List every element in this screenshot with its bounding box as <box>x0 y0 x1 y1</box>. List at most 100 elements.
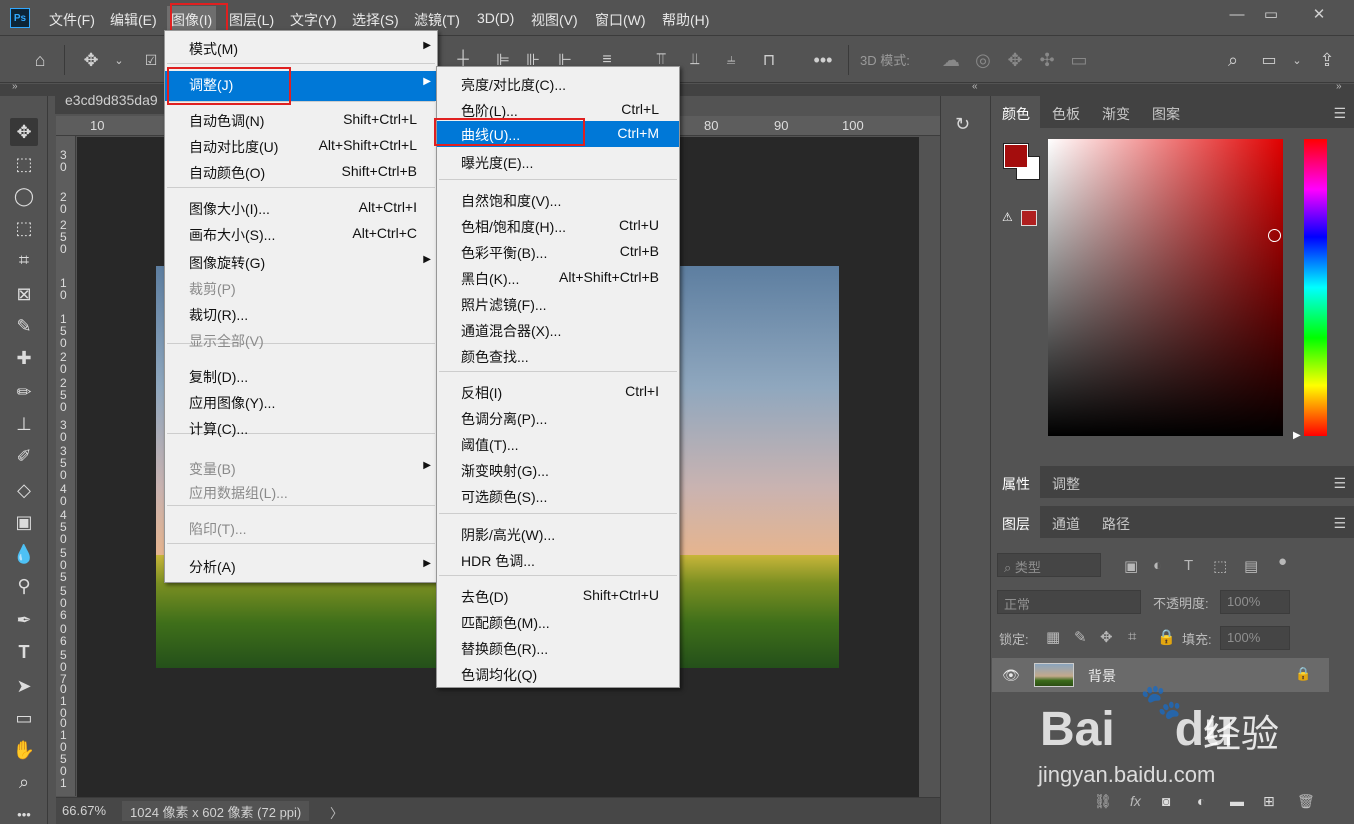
tab-adjustments[interactable]: 调整 <box>1042 466 1090 498</box>
color-picker-field[interactable] <box>1048 139 1283 436</box>
adjustments-menu-item[interactable]: 亮度/对比度(C)... <box>437 71 679 97</box>
image-menu-item[interactable]: 图像旋转(G) ▶ <box>165 249 437 275</box>
healing-brush-tool-icon[interactable]: ✚ <box>10 344 38 372</box>
filter-type-icon[interactable]: T <box>1184 557 1193 574</box>
menu-layer[interactable]: 图层(L) <box>229 10 274 30</box>
link-layers-icon[interactable]: ⛓ <box>1094 793 1112 810</box>
eraser-tool-icon[interactable]: ◇ <box>10 476 38 504</box>
tab-paths[interactable]: 路径 <box>1092 506 1140 538</box>
adjustments-menu-item[interactable]: 色彩平衡(B)... Ctrl+B <box>437 239 679 265</box>
adjustments-menu-item[interactable]: 色调均化(Q) <box>437 661 679 687</box>
expand-icon[interactable]: » <box>12 81 18 92</box>
new-group-icon[interactable]: ▬ <box>1230 793 1244 809</box>
image-menu-item[interactable]: 复制(D)... <box>165 363 437 389</box>
object-select-tool-icon[interactable]: ⬚ <box>10 214 38 242</box>
panel-menu-icon[interactable]: ☰ <box>1333 105 1346 122</box>
align-middle-icon[interactable]: ⫫ <box>684 49 706 71</box>
panel-menu-icon[interactable]: ☰ <box>1333 515 1346 532</box>
image-menu-item[interactable]: 模式(M) ▶ <box>165 35 437 61</box>
web-safe-color-swatch[interactable] <box>1021 210 1037 226</box>
chevron-down-icon[interactable]: ⌄ <box>108 49 130 71</box>
adjustments-menu-item[interactable]: 颜色查找... <box>437 343 679 369</box>
image-menu-item[interactable]: 应用图像(Y)... <box>165 389 437 415</box>
close-button[interactable]: ✕ <box>1304 4 1334 24</box>
home-icon[interactable]: ⌂ <box>29 49 51 71</box>
image-menu-item[interactable]: 自动颜色(O) Shift+Ctrl+B <box>165 159 437 185</box>
lock-position-icon[interactable]: ✥ <box>1100 628 1113 646</box>
image-menu-item[interactable]: 画布大小(S)... Alt+Ctrl+C <box>165 221 437 247</box>
history-brush-tool-icon[interactable]: ✐ <box>10 442 38 470</box>
history-panel-icon[interactable]: ↻ <box>955 114 970 135</box>
zoom-tool-icon[interactable]: ⌕ <box>10 768 38 796</box>
hue-slider[interactable] <box>1304 139 1327 436</box>
blend-mode-select[interactable]: 正常 <box>997 590 1141 614</box>
align-bottom-icon[interactable]: ⫨ <box>720 49 742 71</box>
pen-tool-icon[interactable]: ✒ <box>10 606 38 634</box>
workspace-icon[interactable]: ▭ <box>1258 49 1280 71</box>
move-tool-icon[interactable]: ✥ <box>80 49 102 71</box>
adjustments-menu-item[interactable]: HDR 色调... <box>437 547 679 573</box>
image-menu-item[interactable]: 裁切(R)... <box>165 301 437 327</box>
menu-select[interactable]: 选择(S) <box>352 10 399 30</box>
fill-input[interactable]: 100% <box>1220 626 1290 650</box>
gradient-tool-icon[interactable]: ▣ <box>10 508 38 536</box>
adjustments-menu-item[interactable]: 曝光度(E)... <box>437 149 679 175</box>
filter-smart-object-icon[interactable]: ▤ <box>1244 557 1258 575</box>
adjustments-menu-item[interactable]: 反相(I) Ctrl+I <box>437 379 679 405</box>
tab-swatches[interactable]: 色板 <box>1042 96 1090 128</box>
menu-edit[interactable]: 编辑(E) <box>110 10 157 30</box>
tab-gradients[interactable]: 渐变 <box>1092 96 1140 128</box>
adjustments-menu-item[interactable]: 可选颜色(S)... <box>437 483 679 509</box>
frame-tool-icon[interactable]: ⊠ <box>10 280 38 308</box>
layer-lock-icon[interactable]: 🔒 <box>1295 666 1311 682</box>
adjustments-menu-item[interactable]: 去色(D) Shift+Ctrl+U <box>437 583 679 609</box>
adjustments-menu-item[interactable]: 黑白(K)... Alt+Shift+Ctrl+B <box>437 265 679 291</box>
adjustments-menu-item[interactable]: 阈值(T)... <box>437 431 679 457</box>
move-tool-icon[interactable]: ✥ <box>10 118 38 146</box>
lock-transparent-icon[interactable]: ▦ <box>1046 628 1060 646</box>
marquee-tool-icon[interactable]: ⬚ <box>10 150 38 178</box>
adjustments-menu-item[interactable]: 阴影/高光(W)... <box>437 521 679 547</box>
path-select-tool-icon[interactable]: ➤ <box>10 672 38 700</box>
checkbox-icon[interactable]: ☑ <box>140 49 162 71</box>
hue-slider-marker[interactable]: ▶ <box>1293 430 1301 441</box>
minimize-button[interactable]: — <box>1222 4 1252 24</box>
rectangle-tool-icon[interactable]: ▭ <box>10 704 38 732</box>
tab-layers[interactable]: 图层 <box>992 506 1040 538</box>
menu-file[interactable]: 文件(F) <box>49 10 95 30</box>
filter-toggle-icon[interactable]: ● <box>1278 553 1287 570</box>
3d-orbit-icon[interactable]: ☁ <box>940 49 962 71</box>
dodge-tool-icon[interactable]: ⚲ <box>10 572 38 600</box>
adjustments-menu-item[interactable]: 色调分离(P)... <box>437 405 679 431</box>
new-layer-icon[interactable]: ⊞ <box>1263 793 1275 810</box>
adjustments-menu-item[interactable]: 匹配颜色(M)... <box>437 609 679 635</box>
add-mask-icon[interactable]: ◙ <box>1162 793 1170 809</box>
menu-window[interactable]: 窗口(W) <box>595 10 646 30</box>
menu-type[interactable]: 文字(Y) <box>290 10 337 30</box>
image-menu-item[interactable]: 自动色调(N) Shift+Ctrl+L <box>165 107 437 133</box>
image-menu-item[interactable]: 分析(A) ▶ <box>165 553 437 579</box>
tab-color[interactable]: 颜色 <box>992 96 1040 128</box>
panel-menu-icon[interactable]: ☰ <box>1333 475 1346 492</box>
opacity-input[interactable]: 100% <box>1220 590 1290 614</box>
adjustments-menu-item[interactable]: 自然饱和度(V)... <box>437 187 679 213</box>
filter-pixel-icon[interactable]: ▣ <box>1124 557 1138 575</box>
lock-artboard-icon[interactable]: ⌗ <box>1128 628 1136 645</box>
filter-shape-icon[interactable]: ⬚ <box>1213 557 1227 575</box>
chevron-down-icon[interactable]: ⌄ <box>1286 49 1308 71</box>
image-menu-item[interactable]: 自动对比度(U) Alt+Shift+Ctrl+L <box>165 133 437 159</box>
search-icon[interactable]: ⌕ <box>1222 49 1244 71</box>
adjustments-menu-item[interactable]: 通道混合器(X)... <box>437 317 679 343</box>
layer-style-icon[interactable]: fx <box>1130 793 1141 809</box>
tab-channels[interactable]: 通道 <box>1042 506 1090 538</box>
stamp-tool-icon[interactable]: ⊥ <box>10 410 38 438</box>
adjustments-menu-item[interactable]: 替换颜色(R)... <box>437 635 679 661</box>
3d-slide-icon[interactable]: ✣ <box>1036 49 1058 71</box>
adjustment-layer-icon[interactable]: ◐ <box>1197 793 1205 809</box>
hand-tool-icon[interactable]: ✋ <box>10 736 38 764</box>
distribute-vertical-icon[interactable]: ⊓ <box>758 49 780 71</box>
lock-pixels-icon[interactable]: ✎ <box>1074 628 1087 646</box>
zoom-level[interactable]: 66.67% <box>62 803 106 818</box>
adjustments-menu-item[interactable]: 色相/饱和度(H)... Ctrl+U <box>437 213 679 239</box>
more-options-icon[interactable]: ••• <box>812 49 834 71</box>
